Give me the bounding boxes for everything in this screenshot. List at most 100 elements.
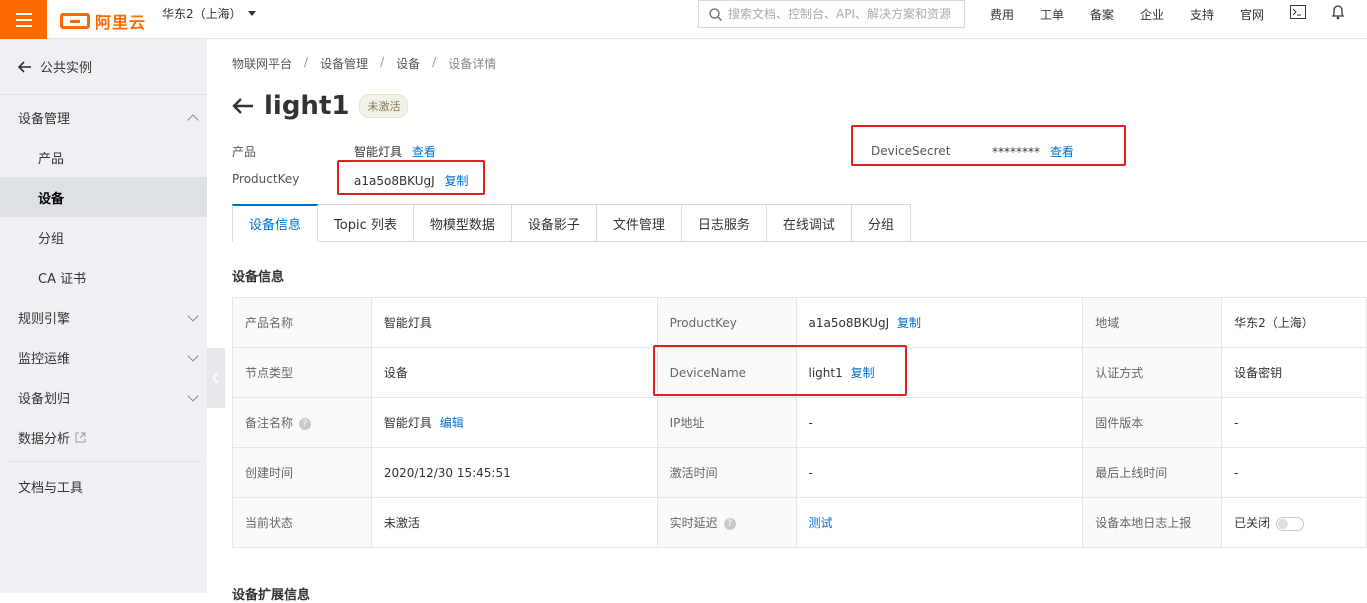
table-key: 固件版本: [1082, 397, 1223, 448]
back-arrow-icon[interactable]: [232, 97, 254, 115]
tab-device-info[interactable]: 设备信息: [232, 204, 319, 242]
chevron-down-icon: [187, 350, 199, 362]
breadcrumb-separator: /: [380, 55, 385, 69]
breadcrumb: 物联网平台 / 设备管理 / 设备 / 设备详情: [232, 55, 496, 72]
remark-value: 智能灯具: [383, 416, 432, 430]
help-icon[interactable]: ?: [299, 417, 312, 430]
search-input[interactable]: [728, 7, 958, 21]
top-bar: 阿里云 华东2（上海） 费用 工单 备案 企业 支持 官网: [0, 0, 1367, 39]
sidebar-item-label: 设备: [38, 191, 65, 207]
table-key: 认证方式: [1082, 347, 1223, 398]
top-link-filing[interactable]: 备案: [1090, 6, 1140, 23]
sidebar-item-rule-engine[interactable]: 规则引擎: [0, 297, 207, 337]
detail-tabs: 设备信息 Topic 列表 物模型数据 设备影子 文件管理 日志服务 在线调试 …: [232, 204, 1367, 242]
tab-file-management[interactable]: 文件管理: [596, 204, 682, 242]
table-value: 设备密钥: [1221, 347, 1367, 398]
sidebar-item-device-assign[interactable]: 设备划归: [0, 377, 207, 417]
table-key: 创建时间: [232, 447, 372, 498]
page-title: light1: [264, 91, 350, 121]
search-icon: [709, 7, 722, 21]
sidebar-item-label: 产品: [38, 151, 65, 167]
breadcrumb-device[interactable]: 设备: [396, 55, 420, 72]
latency-test-link[interactable]: 测试: [809, 516, 833, 530]
sidebar-item-label: 文档与工具: [18, 480, 84, 496]
productkey-cell-text: a1a5o8BKUgJ: [808, 316, 890, 330]
table-key: 备注名称?: [232, 397, 372, 448]
table-key: 当前状态: [232, 497, 372, 548]
tab-device-shadow[interactable]: 设备影子: [511, 204, 597, 242]
productkey-label: ProductKey: [232, 172, 300, 186]
tab-online-debug[interactable]: 在线调试: [766, 204, 852, 242]
top-links: 费用 工单 备案 企业 支持 官网: [990, 6, 1290, 23]
extended-info-title: 设备扩展信息: [232, 588, 311, 603]
title-row: light1 未激活: [232, 91, 409, 121]
table-key: ProductKey: [656, 297, 797, 348]
sidebar-item-label: 设备划归: [18, 391, 71, 407]
sidebar-item-label: 规则引擎: [18, 311, 71, 327]
help-icon[interactable]: ?: [723, 517, 736, 530]
back-to-instances[interactable]: 公共实例: [0, 39, 207, 95]
highlight-box: [653, 345, 907, 396]
top-link-support[interactable]: 支持: [1190, 6, 1240, 23]
remark-label: 备注名称: [245, 416, 294, 430]
table-value: 智能灯具 编辑: [370, 397, 658, 448]
logo[interactable]: 阿里云: [60, 9, 146, 33]
sidebar-item-group[interactable]: 分组: [0, 217, 207, 257]
breadcrumb-iot-platform[interactable]: 物联网平台: [232, 55, 292, 72]
search-box[interactable]: [698, 0, 965, 28]
status-badge: 未激活: [359, 94, 409, 118]
breadcrumb-separator: /: [432, 55, 437, 69]
chevron-down-icon: [187, 390, 199, 402]
table-key: 最后上线时间: [1082, 447, 1223, 498]
sidebar-item-label: 数据分析: [18, 431, 71, 447]
sidebar: 公共实例 设备管理 产品 设备 分组 CA 证书 规则引擎 监控运维 设备划归 …: [0, 39, 207, 593]
tab-topic-list[interactable]: Topic 列表: [318, 204, 414, 242]
top-link-enterprise[interactable]: 企业: [1140, 6, 1190, 23]
sidebar-item-ca-cert[interactable]: CA 证书: [0, 257, 207, 297]
menu-icon[interactable]: [0, 0, 47, 39]
external-link-icon: [75, 432, 86, 442]
arrow-left-icon: [18, 60, 31, 73]
table-row: 产品名称 智能灯具 ProductKey a1a5o8BKUgJ 复制 地域 华…: [232, 297, 1367, 348]
caret-down-icon: [247, 11, 256, 16]
sidebar-item-product[interactable]: 产品: [0, 137, 207, 177]
aliyun-logo-icon: [60, 13, 90, 29]
edit-remark-link[interactable]: 编辑: [440, 416, 464, 430]
top-link-official[interactable]: 官网: [1240, 6, 1290, 23]
sidebar-item-label: 设备管理: [18, 111, 71, 127]
table-value: a1a5o8BKUgJ 复制: [795, 297, 1084, 348]
tab-thing-model-data[interactable]: 物模型数据: [413, 204, 512, 242]
table-key: 节点类型: [232, 347, 372, 398]
log-upload-toggle[interactable]: [1276, 516, 1305, 531]
terminal-icon[interactable]: [1290, 5, 1306, 19]
sidebar-item-device-management[interactable]: 设备管理: [0, 97, 207, 137]
highlight-box: [851, 125, 1126, 166]
device-info-table: 产品名称 智能灯具 ProductKey a1a5o8BKUgJ 复制 地域 华…: [232, 297, 1367, 548]
sidebar-item-docs-tools[interactable]: 文档与工具: [0, 466, 207, 506]
tab-log-service[interactable]: 日志服务: [681, 204, 767, 242]
bell-icon[interactable]: [1330, 4, 1346, 20]
chevron-up-icon: [187, 114, 199, 126]
sidebar-item-data-analysis[interactable]: 数据分析: [0, 417, 207, 457]
table-row: 创建时间 2020/12/30 15:45:51 激活时间 - 最后上线时间 -: [232, 447, 1367, 498]
highlight-box: [337, 160, 485, 195]
table-key: 实时延迟?: [656, 497, 797, 548]
table-value: 华东2（上海）: [1221, 297, 1367, 348]
breadcrumb-device-detail: 设备详情: [448, 57, 497, 71]
table-key: 设备本地日志上报: [1082, 497, 1223, 548]
table-value: -: [795, 447, 1084, 498]
tab-group[interactable]: 分组: [851, 204, 911, 242]
table-key: IP地址: [656, 397, 797, 448]
sidebar-item-device[interactable]: 设备: [0, 177, 207, 217]
region-selector[interactable]: 华东2（上海）: [162, 5, 256, 22]
main-content: 物联网平台 / 设备管理 / 设备 / 设备详情 light1 未激活 产品 智…: [207, 39, 1367, 603]
top-link-fees[interactable]: 费用: [990, 6, 1040, 23]
copy-productkey-link[interactable]: 复制: [897, 316, 921, 330]
breadcrumb-device-management[interactable]: 设备管理: [320, 55, 368, 72]
table-value: 设备: [370, 347, 658, 398]
breadcrumb-separator: /: [304, 55, 309, 69]
product-view-link[interactable]: 查看: [412, 145, 436, 159]
top-link-ticket[interactable]: 工单: [1040, 6, 1090, 23]
sidebar-item-label: 监控运维: [18, 351, 71, 367]
sidebar-item-monitoring[interactable]: 监控运维: [0, 337, 207, 377]
